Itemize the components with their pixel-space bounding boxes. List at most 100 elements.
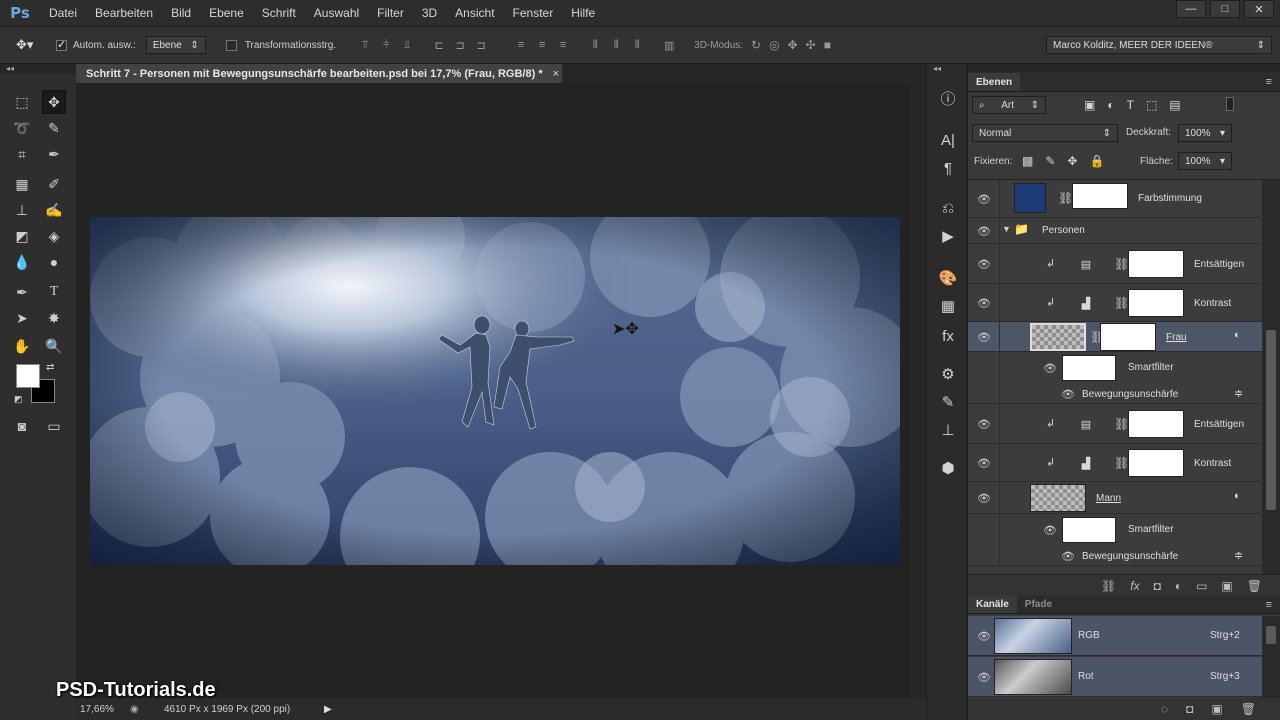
save-selection-icon[interactable]: ◘	[1186, 702, 1193, 716]
visibility-eye-icon[interactable]: 👁	[976, 192, 992, 206]
tools-collapse-icon[interactable]: ◂◂	[0, 64, 76, 74]
auto-select-dropdown[interactable]: Ebene ⇕	[145, 36, 206, 54]
document-canvas[interactable]	[90, 217, 900, 565]
distribute-right-icon[interactable]: ⦀	[630, 38, 644, 52]
history-icon[interactable]: ⎌	[936, 196, 960, 220]
status-menu-arrow-icon[interactable]: ▶	[324, 704, 332, 715]
info-icon[interactable]: ⓘ	[936, 86, 960, 110]
link-layers-icon[interactable]: ⛓	[1101, 579, 1116, 593]
blur-tool-icon[interactable]: 💧	[10, 250, 34, 274]
visibility-eye-icon[interactable]: 👁	[976, 296, 992, 310]
menu-ansicht[interactable]: Ansicht	[446, 6, 503, 20]
strip-collapse-icon[interactable]: ◂◂	[933, 64, 941, 73]
document-tab[interactable]: Schritt 7 - Personen mit Bewegungsunschä…	[76, 64, 562, 83]
fill-arrow-icon[interactable]: ▾	[1220, 156, 1225, 167]
menu-bild[interactable]: Bild	[162, 6, 200, 20]
marquee-tool-icon[interactable]: ⬚	[10, 90, 34, 114]
visibility-eye-icon[interactable]: 👁	[976, 330, 992, 344]
align-bottom-icon[interactable]: ⫫	[400, 38, 414, 52]
layers-scrollbar-thumb[interactable]	[1266, 330, 1276, 510]
layer-row-kontrast[interactable]: 👁 ↲ ▟ ⛓ Kontrast	[968, 444, 1262, 482]
filter-toggle-icon[interactable]	[1226, 97, 1234, 111]
quick-mask-icon[interactable]: ◙	[10, 414, 34, 438]
move-tool-preset-icon[interactable]: ✥▾	[16, 37, 46, 53]
layer-row-smartfilter[interactable]: 👁 Smartfilter	[968, 352, 1262, 384]
character-icon[interactable]: A|	[936, 128, 960, 152]
menu-datei[interactable]: Datei	[40, 6, 86, 20]
link-icon[interactable]: ⛓	[1058, 191, 1073, 205]
layer-row-farbstimmung[interactable]: 👁 ⛓ Farbstimmung	[968, 180, 1262, 218]
3d-pan-icon[interactable]: ✥	[788, 38, 798, 52]
filter-options-icon[interactable]: ≑	[1234, 387, 1243, 400]
link-icon[interactable]: ⛓	[1114, 296, 1129, 310]
visibility-eye-icon[interactable]: 👁	[1042, 523, 1058, 537]
visibility-eye-icon[interactable]: 👁	[1060, 549, 1076, 563]
transform-controls-checkbox[interactable]	[225, 39, 237, 51]
load-selection-icon[interactable]: ◌	[1161, 702, 1168, 716]
foreground-color-swatch[interactable]	[16, 364, 40, 388]
opacity-input[interactable]: 100% ▾	[1178, 124, 1232, 142]
blend-mode-dropdown[interactable]: Normal ⇕	[972, 124, 1118, 142]
opacity-arrow-icon[interactable]: ▾	[1220, 128, 1225, 139]
3d-roll-icon[interactable]: ◎	[769, 38, 779, 52]
channels-scrollbar[interactable]	[1262, 616, 1280, 698]
add-mask-icon[interactable]: ◘	[1154, 579, 1161, 593]
tab-kanaele[interactable]: Kanäle	[968, 595, 1017, 613]
eraser-tool-icon[interactable]: ◩	[10, 224, 34, 248]
layer-row-motion-blur-filter[interactable]: 👁 Bewegungsunschärfe ≑	[968, 546, 1262, 566]
dodge-tool-icon[interactable]: ●	[42, 250, 66, 274]
clone-source-icon[interactable]: ⊥	[936, 418, 960, 442]
menu-fenster[interactable]: Fenster	[504, 6, 563, 20]
3d-camera-icon[interactable]: ■	[824, 38, 831, 52]
menu-ebene[interactable]: Ebene	[200, 6, 253, 20]
distribute-hcenter-icon[interactable]: ⦀	[609, 38, 623, 52]
link-icon[interactable]: ⛓	[1114, 417, 1129, 431]
zoom-tool-icon[interactable]: 🔍	[42, 334, 66, 358]
filter-options-icon[interactable]: ≑	[1234, 549, 1243, 562]
auto-align-icon[interactable]: ▥	[662, 38, 676, 52]
channel-row-rgb[interactable]: 👁 RGB Strg+2	[968, 616, 1262, 656]
screen-mode-icon[interactable]: ▭	[42, 414, 66, 438]
filter-smartobject-icon[interactable]: ▤	[1169, 98, 1180, 112]
hand-tool-icon[interactable]: ✋	[10, 334, 34, 358]
layer-filter-dropdown[interactable]: ⌕ Art ⇕	[972, 96, 1046, 114]
filter-shape-icon[interactable]: ⬚	[1146, 98, 1157, 112]
quick-selection-tool-icon[interactable]: ✎	[42, 116, 66, 140]
path-selection-tool-icon[interactable]: ➤	[10, 306, 34, 330]
filter-adjustment-icon[interactable]: ◐	[1107, 98, 1114, 112]
layer-row-entsaettigen[interactable]: 👁 ↲ ▤ ⛓ Entsättigen	[968, 244, 1262, 284]
paint-bucket-tool-icon[interactable]: ◈	[42, 224, 66, 248]
visibility-eye-icon[interactable]: 👁	[976, 417, 992, 431]
delete-channel-icon[interactable]: 🗑	[1241, 702, 1256, 716]
default-colors-icon[interactable]: ◩	[14, 394, 23, 405]
layer-row-entsaettigen[interactable]: 👁 ↲ ▤ ⛓ Entsättigen	[968, 404, 1262, 444]
brushes-icon[interactable]: ✎	[936, 390, 960, 414]
new-group-icon[interactable]: ▭	[1196, 579, 1207, 593]
layer-row-smartfilter[interactable]: 👁 Smartfilter	[968, 514, 1262, 546]
status-info-icon[interactable]: ◉	[130, 704, 158, 715]
panel-menu-icon[interactable]: ≡	[1266, 76, 1272, 88]
minimize-button[interactable]: —	[1176, 0, 1206, 18]
workspace-dropdown[interactable]: Marco Kolditz, MEER DER IDEEN® ⇕	[1046, 36, 1272, 54]
channels-menu-icon[interactable]: ≡	[1266, 599, 1272, 611]
canvas-area[interactable]: ➤✥	[76, 83, 910, 698]
swap-colors-icon[interactable]: ⇄	[46, 362, 54, 373]
paragraph-icon[interactable]: ¶	[936, 156, 960, 180]
healing-brush-tool-icon[interactable]: ▦	[10, 172, 34, 196]
actions-icon[interactable]: ▶	[936, 224, 960, 248]
link-icon[interactable]: ⛓	[1114, 257, 1129, 271]
lock-transparent-icon[interactable]: ▩	[1022, 154, 1033, 168]
layer-row-mann[interactable]: 👁 Mann ◐	[968, 482, 1262, 514]
layer-row-kontrast[interactable]: 👁 ↲ ▟ ⛓ Kontrast	[968, 284, 1262, 322]
align-hcenter-icon[interactable]: ⊐	[453, 38, 467, 52]
visibility-eye-icon[interactable]: 👁	[1042, 361, 1058, 375]
distribute-vcenter-icon[interactable]: ≡	[535, 38, 549, 52]
swatches-icon[interactable]: ▦	[936, 294, 960, 318]
3d-slide-icon[interactable]: ✣	[806, 38, 816, 52]
layers-scrollbar[interactable]	[1262, 180, 1280, 575]
group-expand-icon[interactable]: ▼	[1002, 224, 1011, 234]
fill-input[interactable]: 100% ▾	[1178, 152, 1232, 170]
menu-hilfe[interactable]: Hilfe	[562, 6, 604, 20]
visibility-eye-icon[interactable]: 👁	[976, 224, 992, 238]
styles-icon[interactable]: fx	[936, 324, 960, 348]
